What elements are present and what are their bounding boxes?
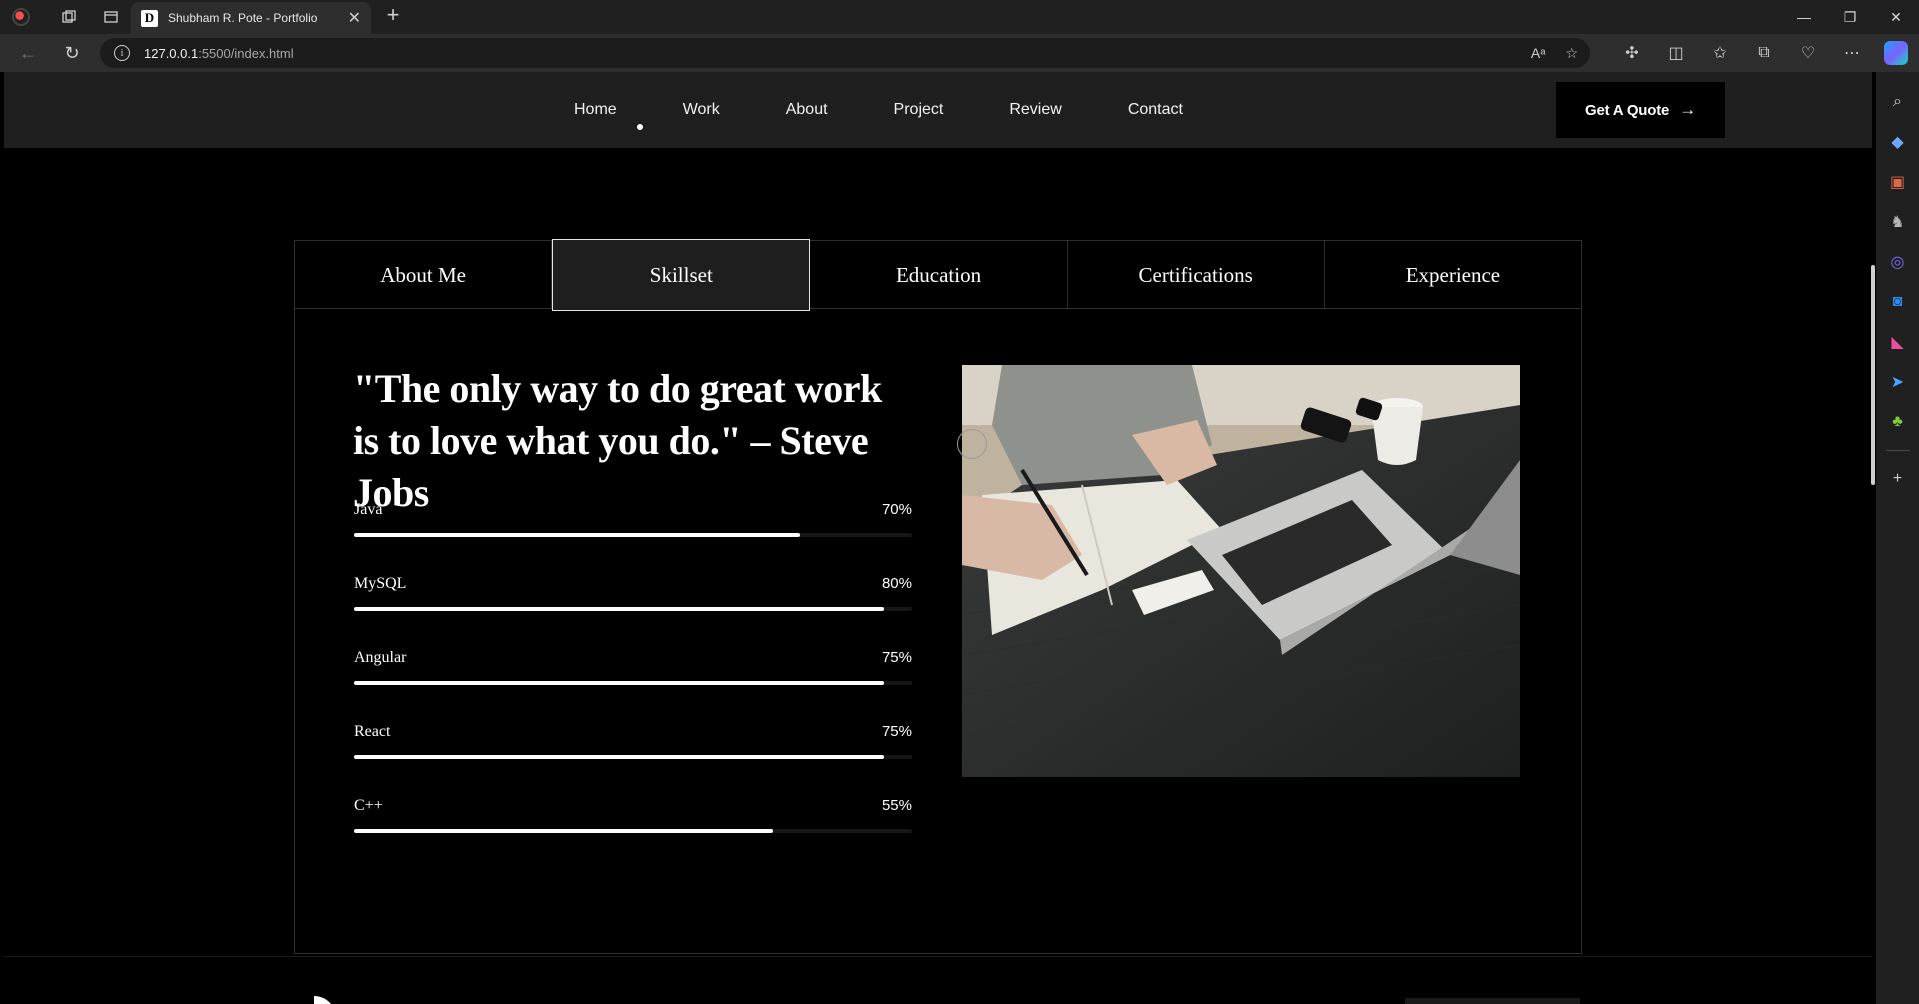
sidebar-send-icon[interactable]: ➤ (1876, 362, 1919, 402)
favorite-star-icon[interactable]: ☆ (1565, 45, 1578, 62)
sidebar-tools-icon[interactable]: ▣ (1876, 162, 1919, 202)
url-path: :5500/index.html (198, 45, 294, 61)
collections-icon[interactable]: ⧉ (1742, 34, 1786, 72)
skill-progress-fill (354, 681, 885, 685)
nav-contact[interactable]: Contact (1128, 101, 1183, 119)
browser-essentials-icon[interactable]: ♡ (1786, 34, 1830, 72)
page-scrollbar[interactable] (1871, 265, 1875, 485)
skill-percent: 75% (881, 723, 912, 740)
skill-progress-track (354, 681, 912, 685)
resume-panel: About Me Skillset Education Certificatio… (294, 239, 1582, 954)
skill-name: MySQL (354, 575, 407, 592)
custom-cursor-ring (957, 429, 987, 459)
minimize-icon[interactable]: — (1781, 0, 1827, 34)
footer-logo-icon (314, 996, 336, 1004)
browser-tab-bar: D Shubham R. Pote - Portfolio ✕ + — ❐ ✕ (0, 0, 1919, 34)
nav-work[interactable]: Work (683, 101, 720, 119)
skill-progress-fill (354, 607, 885, 611)
copilot-icon[interactable] (1874, 34, 1918, 72)
workspace-photo (962, 365, 1520, 777)
skill-item: Java 70% (354, 495, 912, 569)
nav-about[interactable]: About (786, 101, 828, 119)
skill-item: MySQL 80% (354, 569, 912, 643)
tab-certifications[interactable]: Certifications (1068, 241, 1325, 309)
sidebar-search-icon[interactable]: ⌕ (1876, 82, 1919, 122)
skill-item: React 75% (354, 717, 912, 791)
workspaces-icon[interactable] (54, 2, 84, 32)
read-aloud-icon[interactable]: Aᵃ (1531, 45, 1546, 61)
skill-name: Angular (354, 649, 407, 666)
nav-active-indicator (637, 124, 643, 130)
get-a-quote-label: Get A Quote (1584, 101, 1670, 119)
tab-title: Shubham R. Pote - Portfolio (168, 11, 318, 25)
sidebar-games-icon[interactable]: ♞ (1876, 202, 1919, 242)
back-icon[interactable]: ← (6, 34, 50, 72)
skill-name: C++ (354, 797, 383, 814)
sidebar-add-icon[interactable]: + (1876, 459, 1919, 499)
favorites-icon[interactable]: ✩ (1698, 34, 1742, 72)
window-controls: — ❐ ✕ (1781, 0, 1919, 34)
skill-percent: 55% (881, 797, 912, 814)
url-host: 127.0.0.1 (144, 45, 199, 61)
skill-progress-fill (354, 533, 801, 537)
extensions-icon[interactable]: ✣ (1610, 34, 1654, 72)
browser-tab-active[interactable]: D Shubham R. Pote - Portfolio ✕ (131, 2, 371, 34)
sidebar-tree-icon[interactable]: ♣ (1876, 402, 1919, 442)
browser-toolbar: ← ↻ i 127.0.0.1:5500/index.html Aᵃ ☆ ✣ ◫… (0, 34, 1919, 72)
tab-actions-icon[interactable] (96, 2, 126, 32)
nav-project[interactable]: Project (894, 101, 944, 119)
refresh-icon[interactable]: ↻ (50, 34, 94, 72)
sidebar-copilot-icon[interactable]: ◎ (1876, 242, 1919, 282)
site-favicon-icon: D (141, 9, 158, 27)
new-tab-icon[interactable]: + (378, 2, 408, 28)
restore-icon[interactable]: ❐ (1827, 0, 1873, 34)
profile-icon[interactable] (6, 2, 36, 32)
tab-about-me[interactable]: About Me (295, 241, 553, 309)
nav-home[interactable]: Home (574, 101, 617, 119)
edge-sidebar: ⌕ ◆ ▣ ♞ ◎ ◙ ◣ ➤ ♣ + (1876, 72, 1919, 1004)
nav-review[interactable]: Review (1009, 101, 1061, 119)
skill-name: Java (354, 501, 383, 518)
skill-progress-track (354, 607, 912, 611)
site-header: Home Work About Project Review Contact G… (4, 72, 1872, 148)
close-window-icon[interactable]: ✕ (1873, 0, 1919, 34)
sidebar-designer-icon[interactable]: ◣ (1876, 322, 1919, 362)
sidebar-separator (1885, 450, 1910, 451)
close-tab-icon[interactable]: ✕ (348, 8, 361, 28)
skill-progress-track (354, 533, 912, 537)
site-info-icon[interactable]: i (114, 45, 130, 61)
skill-percent: 70% (881, 501, 912, 518)
tab-skillset[interactable]: Skillset (552, 239, 811, 311)
section-divider (4, 956, 1872, 957)
skills-list: Java 70% MySQL 80% Angular 75% React 75%… (354, 495, 912, 865)
arrow-right-icon: → (1679, 100, 1696, 119)
skill-percent: 75% (881, 649, 912, 666)
get-a-quote-button[interactable]: Get A Quote → (1556, 82, 1725, 138)
skill-name: React (354, 723, 391, 740)
sidebar-shopping-icon[interactable]: ◆ (1876, 122, 1919, 162)
more-options-icon[interactable]: ⋯ (1830, 34, 1874, 72)
browser-tools: ✣ ◫ ✩ ⧉ ♡ ⋯ (1610, 34, 1918, 72)
skill-percent: 80% (881, 575, 912, 592)
main-nav: Home Work About Project Review Contact (574, 72, 1249, 148)
footer-element (1405, 998, 1580, 1004)
tab-experience[interactable]: Experience (1325, 241, 1581, 309)
sidebar-outlook-icon[interactable]: ◙ (1876, 282, 1919, 322)
skill-item: Angular 75% (354, 643, 912, 717)
skill-progress-fill (354, 829, 773, 833)
resume-tabs: About Me Skillset Education Certificatio… (295, 239, 1581, 311)
skill-progress-fill (354, 755, 885, 759)
address-bar[interactable]: i 127.0.0.1:5500/index.html Aᵃ ☆ (100, 38, 1590, 68)
skill-progress-track (354, 755, 912, 759)
split-screen-icon[interactable]: ◫ (1654, 34, 1698, 72)
page-viewport: Home Work About Project Review Contact G… (0, 72, 1876, 1004)
tab-education[interactable]: Education (810, 241, 1068, 309)
skill-progress-track (354, 829, 912, 833)
skill-item: C++ 55% (354, 791, 912, 865)
